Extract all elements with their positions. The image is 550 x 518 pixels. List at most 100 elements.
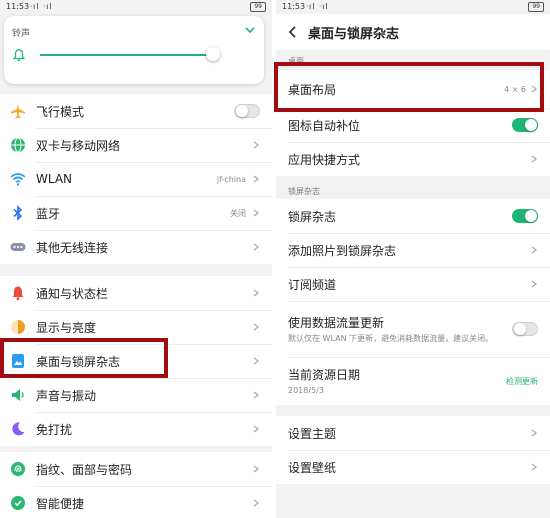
settings-row-value: 关闭 — [230, 208, 246, 218]
settings-row[interactable]: 指纹、面部与密码 — [0, 452, 272, 486]
mobile-data-row[interactable]: 使用数据流量更新 默认仅在 WLAN 下更新，避免消耗数据流量，建议关闭。 — [276, 301, 550, 357]
settings-row[interactable]: 声音与振动 — [0, 378, 272, 412]
signal-icon: ᐧıl ᐧıl — [306, 2, 329, 11]
toggle-knob — [514, 323, 526, 335]
auto-fill-row[interactable]: 图标自动补位 — [276, 108, 550, 142]
settings-group-security: 指纹、面部与密码智能便捷 — [0, 452, 272, 518]
lock-group: 锁屏杂志 添加照片到锁屏杂志 订阅频道 使用数据流量更新 默认仅在 WLAN 下… — [276, 199, 550, 405]
settings-panel: 11:53 ᐧıl ᐧıl 99 铃声 飞行模式双卡与移动网络 WLAN jf-ch… — [0, 0, 272, 518]
settings-group-connectivity: 飞行模式双卡与移动网络 WLAN jf-china 蓝牙 关闭其他无线连接 — [0, 94, 272, 264]
settings-row[interactable]: 显示与亮度 — [0, 310, 272, 344]
ringtone-slider-thumb[interactable] — [205, 47, 220, 61]
wallpaper-label: 设置壁纸 — [288, 460, 337, 475]
mobile-data-toggle[interactable] — [512, 322, 538, 336]
shortcuts-label: 应用快捷方式 — [288, 152, 361, 167]
airplane-icon — [10, 103, 26, 119]
toggle-knob — [525, 210, 537, 222]
lock-magazine-toggle[interactable] — [512, 209, 538, 223]
resource-date-text: 当前资源日期 2018/5/3 — [288, 366, 506, 396]
settings-row[interactable]: 通知与状态栏 — [0, 276, 272, 310]
settings-row-label: 通知与状态栏 — [36, 286, 109, 301]
back-arrow-icon[interactable] — [286, 25, 300, 39]
settings-row-label: WLAN — [36, 172, 73, 186]
chevron-right-icon — [253, 499, 259, 507]
chevron-down-icon[interactable] — [244, 24, 256, 36]
chevron-right-icon — [253, 141, 259, 149]
add-photos-label: 添加照片到锁屏杂志 — [288, 243, 397, 258]
lock-magazine-row[interactable]: 锁屏杂志 — [276, 199, 550, 233]
chevron-right-icon — [253, 465, 259, 473]
toggle-knob — [525, 119, 537, 131]
chevron-right-icon — [531, 280, 537, 288]
home-group: 桌面布局 4 × 6 图标自动补位 应用快捷方式 — [276, 70, 550, 176]
chevron-right-icon — [253, 243, 259, 251]
mobile-data-label: 使用数据流量更新 — [288, 316, 385, 330]
toggle-switch[interactable] — [234, 104, 260, 118]
check-update-link[interactable]: 检测更新 — [506, 376, 538, 387]
settings-row-value: jf-china — [216, 174, 246, 184]
settings-row-label: 飞行模式 — [36, 104, 85, 119]
chevron-right-icon — [531, 463, 537, 471]
chevron-right-icon — [531, 155, 537, 163]
fingerprint-icon — [10, 461, 26, 477]
notification-bell-icon — [10, 285, 26, 301]
settings-row-label: 智能便捷 — [36, 496, 85, 511]
add-photos-row[interactable]: 添加照片到锁屏杂志 — [276, 233, 550, 267]
auto-fill-toggle[interactable] — [512, 118, 538, 132]
bell-icon — [12, 49, 26, 62]
mobile-data-description: 默认仅在 WLAN 下更新，避免消耗数据流量，建议关闭。 — [288, 334, 494, 343]
ringtone-card: 铃声 — [4, 16, 264, 84]
settings-row[interactable]: WLAN jf-china — [0, 162, 272, 196]
home-layout-row[interactable]: 桌面布局 4 × 6 — [276, 70, 550, 108]
wifi-icon — [10, 171, 26, 187]
settings-row[interactable]: 蓝牙 关闭 — [0, 196, 272, 230]
settings-row-label: 其他无线连接 — [36, 240, 109, 255]
battery-icon: 99 — [528, 2, 544, 12]
settings-row-label: 显示与亮度 — [36, 320, 97, 335]
wallpaper-row[interactable]: 设置壁纸 — [276, 450, 550, 484]
home-layout-value: 4 × 6 — [504, 84, 526, 94]
resource-date-label: 当前资源日期 — [288, 368, 361, 382]
mobile-data-text: 使用数据流量更新 默认仅在 WLAN 下更新，避免消耗数据流量，建议关闭。 — [288, 314, 512, 344]
auto-fill-label: 图标自动补位 — [288, 118, 361, 133]
page-title: 桌面与锁屏杂志 — [308, 26, 400, 42]
settings-row[interactable]: 飞行模式 — [0, 94, 272, 128]
chevron-right-icon — [253, 357, 259, 365]
theme-label: 设置主题 — [288, 426, 337, 441]
settings-row[interactable]: 免打扰 — [0, 412, 272, 446]
chevron-right-icon — [531, 85, 537, 93]
moon-icon — [10, 421, 26, 437]
ringtone-slider-track[interactable] — [40, 54, 213, 56]
settings-row-label: 蓝牙 — [36, 206, 61, 221]
channels-row[interactable]: 订阅频道 — [276, 267, 550, 301]
signal-icon: ᐧıl ᐧıl — [30, 2, 53, 11]
shortcuts-row[interactable]: 应用快捷方式 — [276, 142, 550, 176]
picture-icon — [10, 353, 26, 369]
section-label-lockscreen: 锁屏杂志 — [288, 187, 320, 196]
status-time: 11:53 — [282, 2, 306, 11]
settings-row[interactable]: 智能便捷 — [0, 486, 272, 518]
chevron-right-icon — [253, 289, 259, 297]
chevron-right-icon — [531, 246, 537, 254]
settings-row[interactable]: 桌面与锁屏杂志 — [0, 344, 272, 378]
theme-group: 设置主题 设置壁纸 — [276, 416, 550, 484]
brightness-icon — [10, 319, 26, 335]
lock-magazine-label: 锁屏杂志 — [288, 209, 337, 224]
bluetooth-icon — [10, 205, 26, 221]
chevron-right-icon — [253, 175, 259, 183]
globe-icon — [10, 137, 26, 153]
more-icon — [10, 239, 26, 255]
status-bar: 11:53 ᐧıl ᐧıl 99 — [0, 0, 272, 14]
resource-date-row[interactable]: 当前资源日期 2018/5/3 检测更新 — [276, 357, 550, 405]
settings-row-label: 免打扰 — [36, 422, 73, 437]
ringtone-label: 铃声 — [12, 29, 31, 39]
status-bar: 11:53 ᐧıl ᐧıl 99 — [276, 0, 550, 14]
settings-row[interactable]: 双卡与移动网络 — [0, 128, 272, 162]
page-header: 桌面与锁屏杂志 — [276, 14, 550, 50]
home-layout-label: 桌面布局 — [288, 82, 337, 97]
settings-row[interactable]: 其他无线连接 — [0, 230, 272, 264]
channels-label: 订阅频道 — [288, 277, 337, 292]
desktop-lockscreen-panel: 11:53 ᐧıl ᐧıl 99 桌面与锁屏杂志 桌面 桌面布局 4 × 6 图… — [272, 0, 550, 518]
smart-icon — [10, 495, 26, 511]
theme-row[interactable]: 设置主题 — [276, 416, 550, 450]
